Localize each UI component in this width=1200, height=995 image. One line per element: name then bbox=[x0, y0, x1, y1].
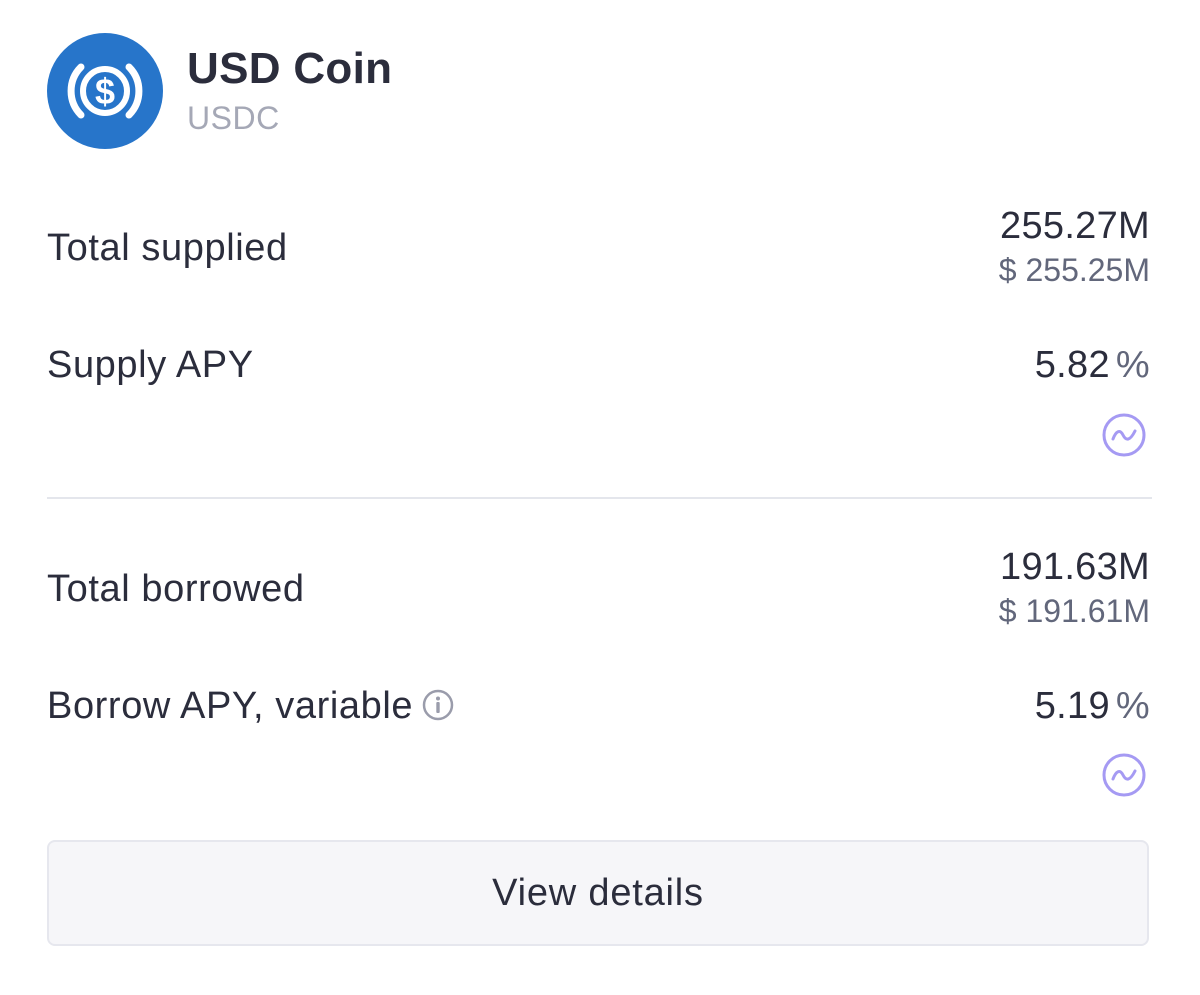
asset-card: $ USD Coin USDC Total supplied 255.27M $… bbox=[0, 0, 1200, 995]
supply-apy-value: 5.82 bbox=[1034, 344, 1110, 386]
total-supplied-usd: $ 255.25M bbox=[998, 252, 1150, 288]
info-icon[interactable] bbox=[421, 688, 455, 722]
total-supplied-value: 255.27M bbox=[1000, 205, 1150, 247]
borrow-apy-label-group: Borrow APY, variable bbox=[47, 684, 455, 728]
incentive-chart-icon[interactable] bbox=[1101, 412, 1147, 458]
supply-apy-unit: % bbox=[1115, 344, 1150, 386]
incentive-chart-icon[interactable] bbox=[1101, 752, 1147, 798]
supply-apy-value-group: 5.82% bbox=[1035, 343, 1150, 387]
total-borrowed-value: 191.63M bbox=[1000, 546, 1150, 588]
total-supplied-value-group: 255.27M $ 255.25M bbox=[999, 204, 1150, 290]
total-borrowed-value-group: 191.63M $ 191.61M bbox=[999, 545, 1150, 631]
borrow-apy-value-group: 5.19% bbox=[1035, 684, 1150, 728]
supply-apy-label: Supply APY bbox=[47, 344, 254, 386]
total-supplied-label: Total supplied bbox=[47, 227, 288, 269]
asset-header: $ USD Coin USDC bbox=[47, 33, 392, 149]
asset-names: USD Coin USDC bbox=[187, 33, 392, 141]
borrow-apy-value: 5.19 bbox=[1034, 685, 1110, 727]
borrow-apy-unit: % bbox=[1115, 685, 1150, 727]
view-details-button[interactable]: View details bbox=[47, 840, 1149, 946]
total-borrowed-label: Total borrowed bbox=[47, 568, 305, 610]
usdc-logo-icon: $ bbox=[47, 33, 163, 149]
asset-symbol: USDC bbox=[187, 100, 280, 136]
borrow-apy-label: Borrow APY, variable bbox=[47, 685, 414, 727]
svg-text:$: $ bbox=[95, 71, 115, 112]
section-divider bbox=[47, 497, 1152, 499]
total-borrowed-usd: $ 191.61M bbox=[998, 593, 1150, 629]
asset-name: USD Coin bbox=[187, 44, 393, 93]
